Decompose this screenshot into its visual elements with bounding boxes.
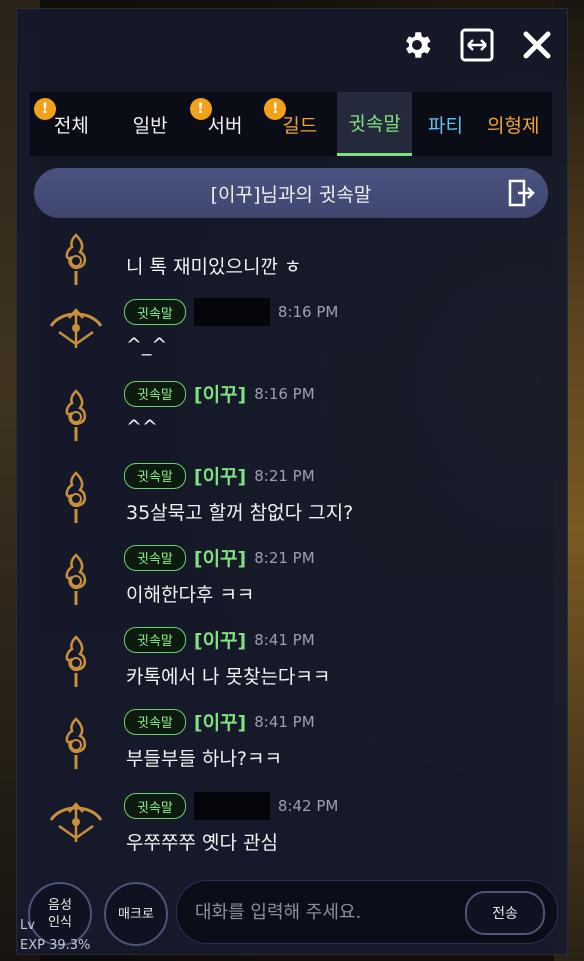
whisper-chip: 귓속말	[124, 626, 186, 653]
whisper-chip: 귓속말	[124, 380, 186, 407]
window-controls	[398, 26, 556, 64]
message-text: ^^	[126, 416, 158, 438]
message-time: 8:16 PM	[277, 303, 339, 321]
chat-message-list[interactable]: 니 톡 재미있으니깐 ㅎ 귓속말 8:16 PM ^_^ 귓속말 [이꾸] 8:…	[34, 228, 548, 868]
whisper-header-title: [이꾸]님과의 귓속말	[210, 183, 372, 206]
send-button[interactable]: 전송	[465, 891, 545, 935]
message-sender[interactable]: [이꾸]	[194, 380, 246, 407]
close-icon[interactable]	[518, 26, 556, 64]
chat-input[interactable]	[193, 891, 447, 933]
message-header: 귓속말 [이꾸] 8:21 PM	[124, 544, 315, 571]
message-sender[interactable]: [이꾸]	[194, 708, 246, 735]
macro-button[interactable]: 매크로	[104, 882, 168, 946]
resize-icon[interactable]	[458, 26, 496, 64]
message-header: 귓속말 8:16 PM	[124, 298, 338, 326]
tab-whisper[interactable]: 귓속말	[337, 92, 413, 156]
message-text: 우쭈쭈쭈 옛다 관심	[126, 832, 278, 854]
tab-label: 의형제	[486, 114, 540, 137]
whisper-chip: 귓속말	[124, 793, 186, 819]
flame-emblem-icon	[34, 626, 118, 696]
message-header: 귓속말 [이꾸] 8:16 PM	[124, 380, 315, 407]
tab-brotherhood[interactable]: 의형제	[479, 92, 552, 156]
message-time: 8:21 PM	[254, 466, 315, 485]
voice-label-line2: 인식	[48, 915, 72, 930]
send-label: 전송	[492, 906, 518, 922]
bow-emblem-icon	[34, 292, 118, 362]
message-text: 이해한다후 ㅋㅋ	[126, 584, 255, 606]
message-time: 8:21 PM	[254, 548, 315, 567]
message-text: 니 톡 재미있으니깐 ㅎ	[126, 256, 302, 278]
redacted-sender	[193, 298, 270, 326]
message-header: 귓속말 [이꾸] 8:21 PM	[124, 462, 315, 489]
tab-label: 전체	[53, 114, 89, 137]
flame-emblem-icon	[34, 462, 118, 532]
macro-label: 매크로	[118, 906, 154, 922]
exit-door-icon[interactable]	[504, 176, 538, 210]
message-text: 35살묵고 할꺼 참없다 그지?	[126, 502, 354, 524]
tab-label: 귓속말	[348, 113, 401, 135]
message-time: 8:41 PM	[254, 712, 315, 731]
whisper-header: [이꾸]님과의 귓속말	[34, 168, 548, 218]
tab-server[interactable]: ! 서버	[188, 92, 263, 156]
flame-emblem-icon	[34, 228, 118, 294]
chat-input-wrapper: 전송	[176, 880, 558, 944]
gear-icon[interactable]	[398, 26, 436, 64]
tab-party[interactable]: 파티	[412, 92, 479, 156]
message-time: 8:41 PM	[254, 630, 315, 649]
message-header: 귓속말 [이꾸] 8:41 PM	[124, 708, 315, 735]
tab-label: 파티	[428, 114, 463, 137]
level-text: Lv	[20, 918, 35, 933]
flame-emblem-icon	[34, 708, 118, 778]
message-text: 카톡에서 나 못찾는다ㅋㅋ	[126, 666, 331, 688]
voice-label-line1: 음성	[48, 898, 72, 913]
notification-badge: !	[34, 98, 56, 120]
whisper-chip: 귓속말	[124, 544, 186, 571]
message-time: 8:42 PM	[277, 797, 339, 815]
message-time: 8:16 PM	[254, 384, 315, 403]
tab-label: 일반	[132, 114, 168, 137]
tab-all[interactable]: ! 전체	[30, 92, 113, 156]
flame-emblem-icon	[34, 380, 118, 450]
message-header: 귓속말 [이꾸] 8:41 PM	[124, 626, 315, 653]
message-text: 부들부들 하나?ㅋㅋ	[126, 748, 282, 770]
tab-label: 길드	[282, 114, 318, 137]
whisper-chip: 귓속말	[124, 462, 186, 489]
chat-input-bar: 음성인식 매크로 전송	[16, 874, 566, 953]
tab-general[interactable]: 일반	[113, 92, 188, 156]
tab-guild[interactable]: ! 길드	[262, 92, 337, 156]
bow-emblem-icon	[34, 786, 118, 856]
message-sender[interactable]: [이꾸]	[194, 626, 246, 653]
chat-tabs: ! 전체 일반 ! 서버 ! 길드 귓속말 파티 의형제	[30, 92, 552, 156]
exp-text: EXP 39.3%	[20, 938, 91, 953]
whisper-chip: 귓속말	[124, 708, 186, 735]
message-header: 귓속말 8:42 PM	[124, 792, 338, 820]
tab-label: 서버	[207, 114, 243, 137]
flame-emblem-icon	[34, 544, 118, 614]
redacted-sender	[193, 792, 270, 820]
voice-recognition-button[interactable]: 음성인식	[28, 882, 92, 946]
message-text: ^_^	[126, 334, 168, 356]
whisper-chip: 귓속말	[124, 299, 186, 325]
message-sender[interactable]: [이꾸]	[194, 544, 246, 571]
message-sender[interactable]: [이꾸]	[194, 462, 246, 489]
notification-badge: !	[189, 98, 212, 120]
